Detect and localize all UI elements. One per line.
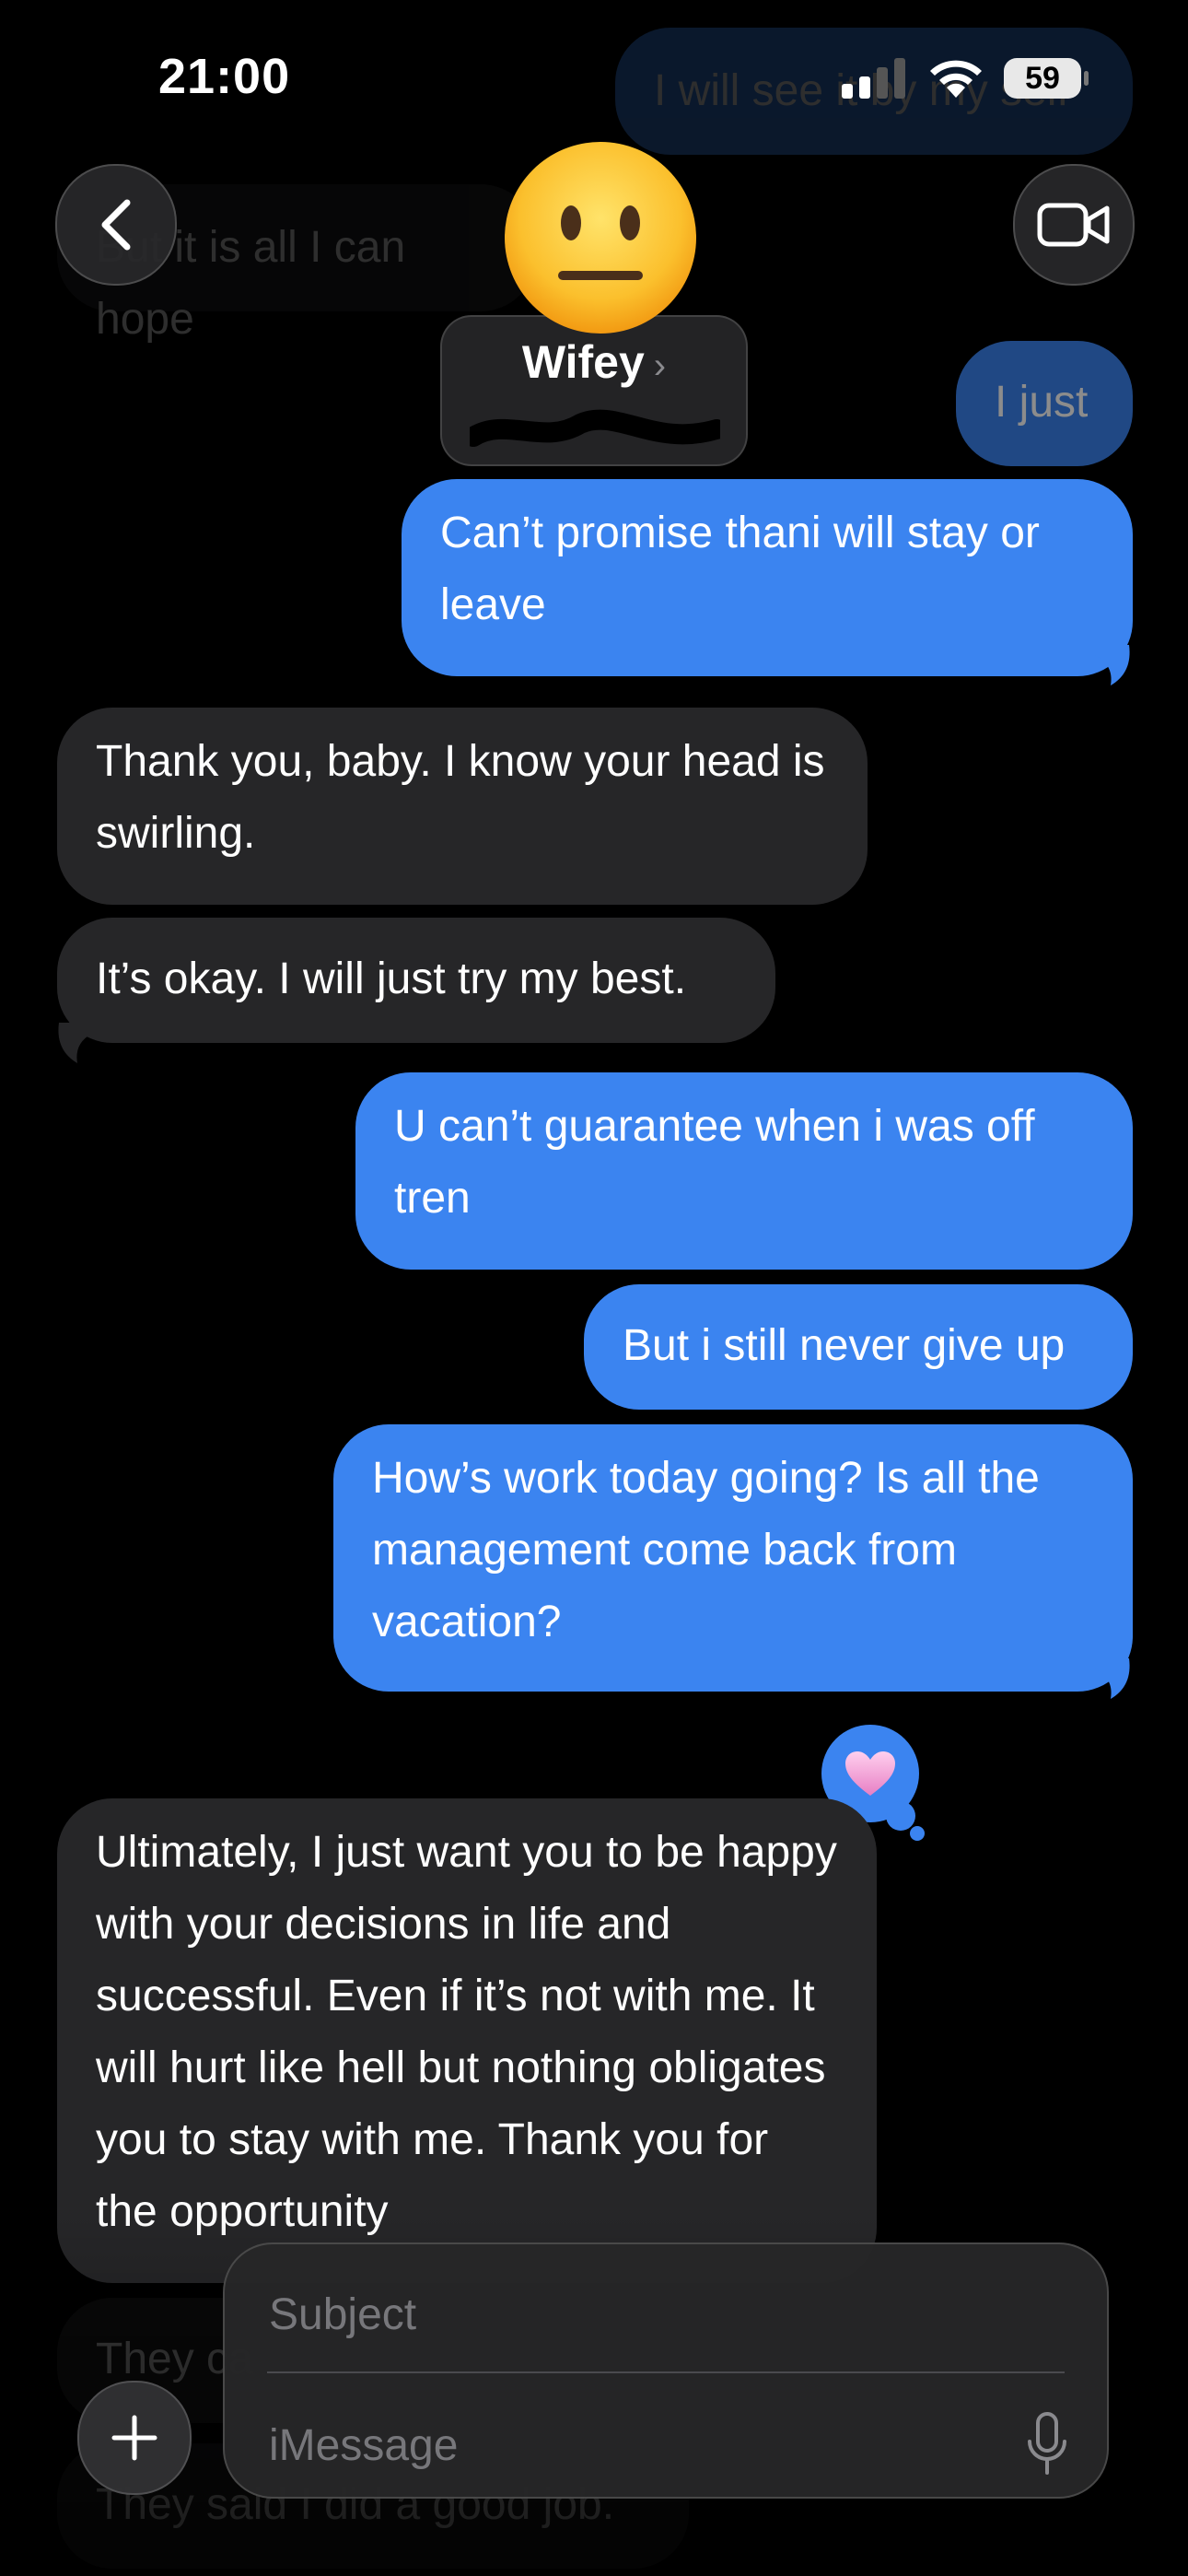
chevron-left-icon: [101, 199, 131, 251]
bubble-tail: [1092, 645, 1130, 685]
message-text: U can’t guarantee when i was off tren: [394, 1102, 1035, 1223]
subject-input[interactable]: [267, 2281, 1015, 2348]
message-bubble-incoming[interactable]: Thank you, baby. I know your head is swi…: [57, 708, 868, 905]
message-text: It’s okay. I will just try my best.: [96, 954, 687, 1003]
message-bubble-outgoing[interactable]: Can’t promise thani will stay or leave: [402, 479, 1133, 676]
contact-header[interactable]: Wifey ›: [440, 315, 748, 466]
message-text: I just: [995, 378, 1089, 427]
status-icons: 59: [842, 57, 1089, 100]
reaction-tail-dot: [886, 1801, 915, 1831]
add-attachment-button[interactable]: [77, 2381, 192, 2495]
battery-indicator: 59: [1004, 58, 1089, 99]
compose-divider: [267, 2371, 1065, 2373]
message-text: Can’t promise thani will stay or leave: [440, 509, 1040, 629]
video-camera-icon: [1037, 203, 1110, 247]
message-text: Ultimately, I just want you to be happy …: [96, 1828, 837, 2236]
message-bubble-incoming[interactable]: Ultimately, I just want you to be happy …: [57, 1798, 877, 2283]
message-text: But i still never give up: [623, 1321, 1066, 1370]
status-time: 21:00: [158, 49, 291, 104]
imessage-input[interactable]: [267, 2412, 1015, 2478]
cellular-signal-icon: [842, 58, 905, 99]
battery-level: 59: [1025, 60, 1060, 96]
message-text: Thank you, baby. I know your head is swi…: [96, 737, 825, 858]
back-button[interactable]: [55, 164, 177, 286]
message-bubble-incoming[interactable]: It’s okay. I will just try my best.: [57, 918, 775, 1043]
compose-box: [223, 2242, 1109, 2499]
heart-icon: [845, 1751, 895, 1796]
bubble-tail: [1092, 1658, 1130, 1699]
message-bubble-outgoing[interactable]: But i still never give up: [584, 1284, 1133, 1410]
microphone-icon[interactable]: [1024, 2410, 1070, 2478]
plus-icon: [111, 2415, 157, 2461]
wifi-icon: [930, 60, 982, 98]
message-bubble-outgoing[interactable]: How’s work today going? Is all the manag…: [333, 1424, 1133, 1692]
bubble-tail: [58, 1023, 96, 1063]
neutral-face-emoji-avatar[interactable]: [503, 140, 698, 335]
messages-screen: I will see it by my self But it is all I…: [0, 0, 1188, 2576]
message-text: How’s work today going? Is all the manag…: [372, 1454, 1040, 1646]
contact-name: Wifey: [521, 336, 645, 388]
chevron-right-icon: ›: [653, 345, 667, 386]
contact-name-row: Wifey ›: [442, 335, 746, 389]
message-bubble-outgoing[interactable]: I just: [956, 341, 1133, 466]
redaction-scribble: [470, 409, 720, 447]
reaction-tail-dot: [910, 1826, 925, 1841]
facetime-video-button[interactable]: [1013, 164, 1135, 286]
message-bubble-outgoing[interactable]: U can’t guarantee when i was off tren: [355, 1072, 1133, 1270]
